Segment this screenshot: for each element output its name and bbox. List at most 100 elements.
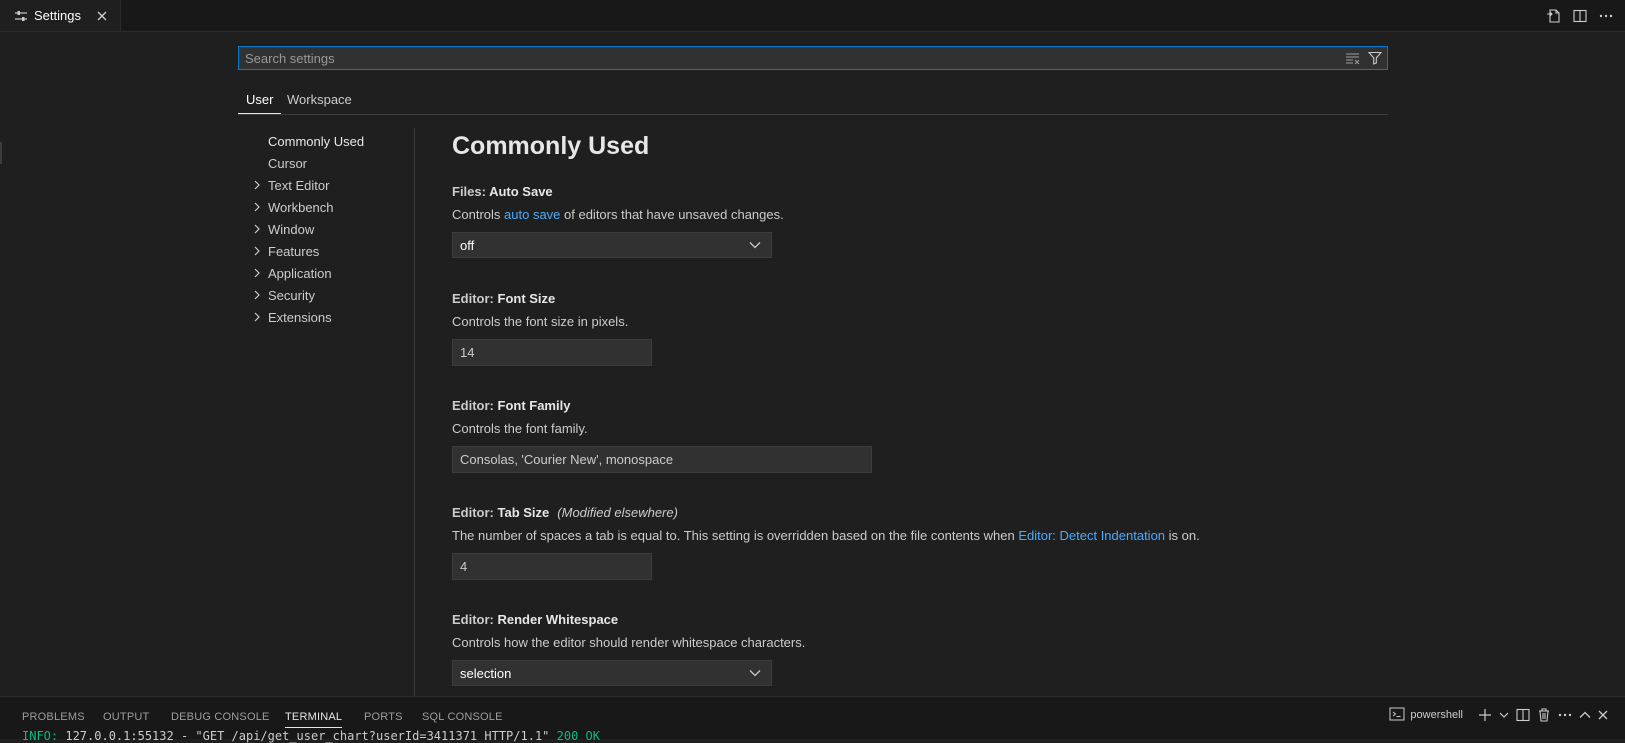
setting-name: Auto Save	[489, 184, 553, 199]
description-text: of editors that have unsaved changes.	[560, 207, 784, 222]
split-editor-icon[interactable]	[1571, 7, 1589, 25]
panel-tab-ports[interactable]: PORTS	[364, 711, 403, 723]
chevron-down-icon	[747, 665, 763, 681]
toc-item-window[interactable]: Window	[238, 218, 314, 240]
log-text: 127.0.0.1:55132 - "GET /api/get_user_cha…	[58, 729, 550, 743]
setting-category: Editor:	[452, 291, 498, 306]
editor-tab-bar: Settings	[0, 0, 1625, 32]
chevron-right-icon	[250, 266, 264, 280]
left-edge-indicator	[0, 142, 2, 164]
setting-description: Controls the font size in pixels.	[452, 314, 629, 329]
toc-item-workbench[interactable]: Workbench	[238, 196, 334, 218]
chevron-right-icon	[250, 288, 264, 302]
setting-category: Editor:	[452, 612, 498, 627]
new-terminal-icon[interactable]	[1477, 705, 1493, 725]
setting-title: Editor: Font Size	[452, 291, 1352, 306]
bottom-panel: PROBLEMS OUTPUT DEBUG CONSOLE TERMINAL P…	[0, 696, 1625, 743]
modified-elsewhere-indicator[interactable]: (Modified elsewhere)	[557, 505, 678, 520]
log-level: INFO:	[22, 729, 59, 743]
setting-name: Tab Size	[497, 505, 550, 520]
dropdown-value: off	[460, 237, 475, 253]
dropdown-value: selection	[460, 665, 512, 681]
tab-label: Settings	[34, 8, 81, 23]
tab-settings[interactable]: Settings	[0, 0, 121, 31]
tab-size-input[interactable]	[452, 553, 652, 580]
toc-item-label: Extensions	[268, 309, 332, 325]
close-icon[interactable]	[94, 8, 110, 24]
shell-label: powershell	[1410, 709, 1463, 721]
setting-category: Files:	[452, 184, 490, 199]
log-status: 200 OK	[556, 729, 600, 743]
setting-name: Font Size	[497, 291, 556, 306]
panel-tab-terminal[interactable]: TERMINAL	[285, 711, 343, 728]
panel-actions: powershell	[1389, 705, 1609, 725]
chevron-right-icon	[250, 244, 264, 258]
toc-item-label: Window	[268, 221, 315, 237]
toc-item-features[interactable]: Features	[238, 240, 319, 262]
panel-tab-sql-console[interactable]: SQL CONSOLE	[422, 711, 503, 723]
setting-editor-tab-size: Editor: Tab Size (Modified elsewhere) The…	[452, 505, 1352, 580]
toc-item-label: Cursor	[268, 155, 308, 171]
setting-title: Files: Auto Save	[452, 184, 1352, 199]
panel-tab-output[interactable]: OUTPUT	[103, 711, 149, 723]
split-terminal-icon[interactable]	[1515, 705, 1531, 725]
description-text: The number of spaces a tab is equal to. …	[452, 528, 1019, 543]
setting-title: Editor: Render Whitespace	[452, 612, 1352, 627]
font-size-input[interactable]	[452, 339, 652, 366]
chevron-down-icon	[747, 237, 763, 253]
trash-icon[interactable]	[1537, 705, 1551, 725]
settings-toc: Commonly Used Cursor Text Editor Workben…	[238, 128, 415, 698]
description-text: is on.	[1165, 528, 1200, 543]
more-actions-icon[interactable]	[1597, 7, 1615, 25]
toc-item-extensions[interactable]: Extensions	[238, 306, 332, 328]
open-settings-json-icon[interactable]	[1545, 7, 1563, 25]
more-actions-icon[interactable]	[1557, 705, 1573, 725]
setting-editor-font-family: Editor: Font Family Controls the font fa…	[452, 398, 1352, 473]
settings-icon	[14, 9, 28, 23]
toc-item-label: Workbench	[268, 199, 334, 215]
setting-title: Editor: Font Family	[452, 398, 1352, 413]
auto-save-link[interactable]: auto save	[504, 207, 560, 222]
terminal-output-line: INFO: 127.0.0.1:55132 - "GET /api/get_us…	[22, 729, 600, 743]
chevron-up-icon[interactable]	[1579, 705, 1591, 725]
description-text: Controls	[452, 207, 505, 222]
toc-item-text-editor[interactable]: Text Editor	[238, 174, 329, 196]
tab-workspace[interactable]: Workspace	[279, 90, 360, 113]
toc-item-application[interactable]: Application	[238, 262, 332, 284]
render-whitespace-dropdown[interactable]: selection	[452, 660, 772, 686]
setting-title: Editor: Tab Size (Modified elsewhere)	[452, 505, 1352, 520]
setting-description: The number of spaces a tab is equal to. …	[452, 528, 1352, 543]
chevron-right-icon	[250, 310, 264, 324]
chevron-down-icon[interactable]	[1499, 705, 1509, 725]
clear-filter-icon[interactable]	[1343, 48, 1363, 68]
setting-category: Editor:	[452, 505, 498, 520]
panel-tab-debug-console[interactable]: DEBUG CONSOLE	[171, 711, 270, 723]
setting-name: Render Whitespace	[497, 612, 619, 627]
tab-user[interactable]: User	[238, 90, 282, 114]
close-icon[interactable]	[1597, 705, 1609, 725]
setting-name: Font Family	[497, 398, 571, 413]
toc-item-label: Security	[268, 287, 315, 303]
terminal-shell-selector[interactable]: powershell	[1389, 707, 1463, 724]
editor-actions	[1545, 0, 1615, 31]
setting-files-auto-save: Files: Auto Save Controls auto save of e…	[452, 184, 1352, 258]
setting-editor-font-size: Editor: Font Size Controls the font size…	[452, 291, 1352, 366]
toc-item-label: Text Editor	[268, 177, 330, 193]
settings-scope-tabs: User Workspace	[238, 86, 1388, 115]
setting-category: Editor:	[452, 398, 498, 413]
terminal-icon	[1389, 707, 1405, 724]
filter-icon[interactable]	[1365, 48, 1385, 68]
toc-item-label: Commonly Used	[268, 133, 365, 149]
toc-item-label: Application	[268, 265, 332, 281]
font-family-input[interactable]	[452, 446, 872, 473]
detect-indentation-link[interactable]: Editor: Detect Indentation	[1018, 528, 1165, 543]
setting-editor-render-whitespace: Editor: Render Whitespace Controls how t…	[452, 612, 1352, 686]
panel-tab-problems[interactable]: PROBLEMS	[22, 711, 85, 723]
search-input[interactable]	[239, 49, 1343, 67]
auto-save-dropdown[interactable]: off	[452, 232, 772, 258]
toc-item-label: Features	[268, 243, 320, 259]
setting-description: Controls how the editor should render wh…	[452, 635, 806, 650]
toc-item-security[interactable]: Security	[238, 284, 315, 306]
chevron-right-icon	[250, 178, 264, 192]
section-title: Commonly Used	[452, 132, 650, 160]
